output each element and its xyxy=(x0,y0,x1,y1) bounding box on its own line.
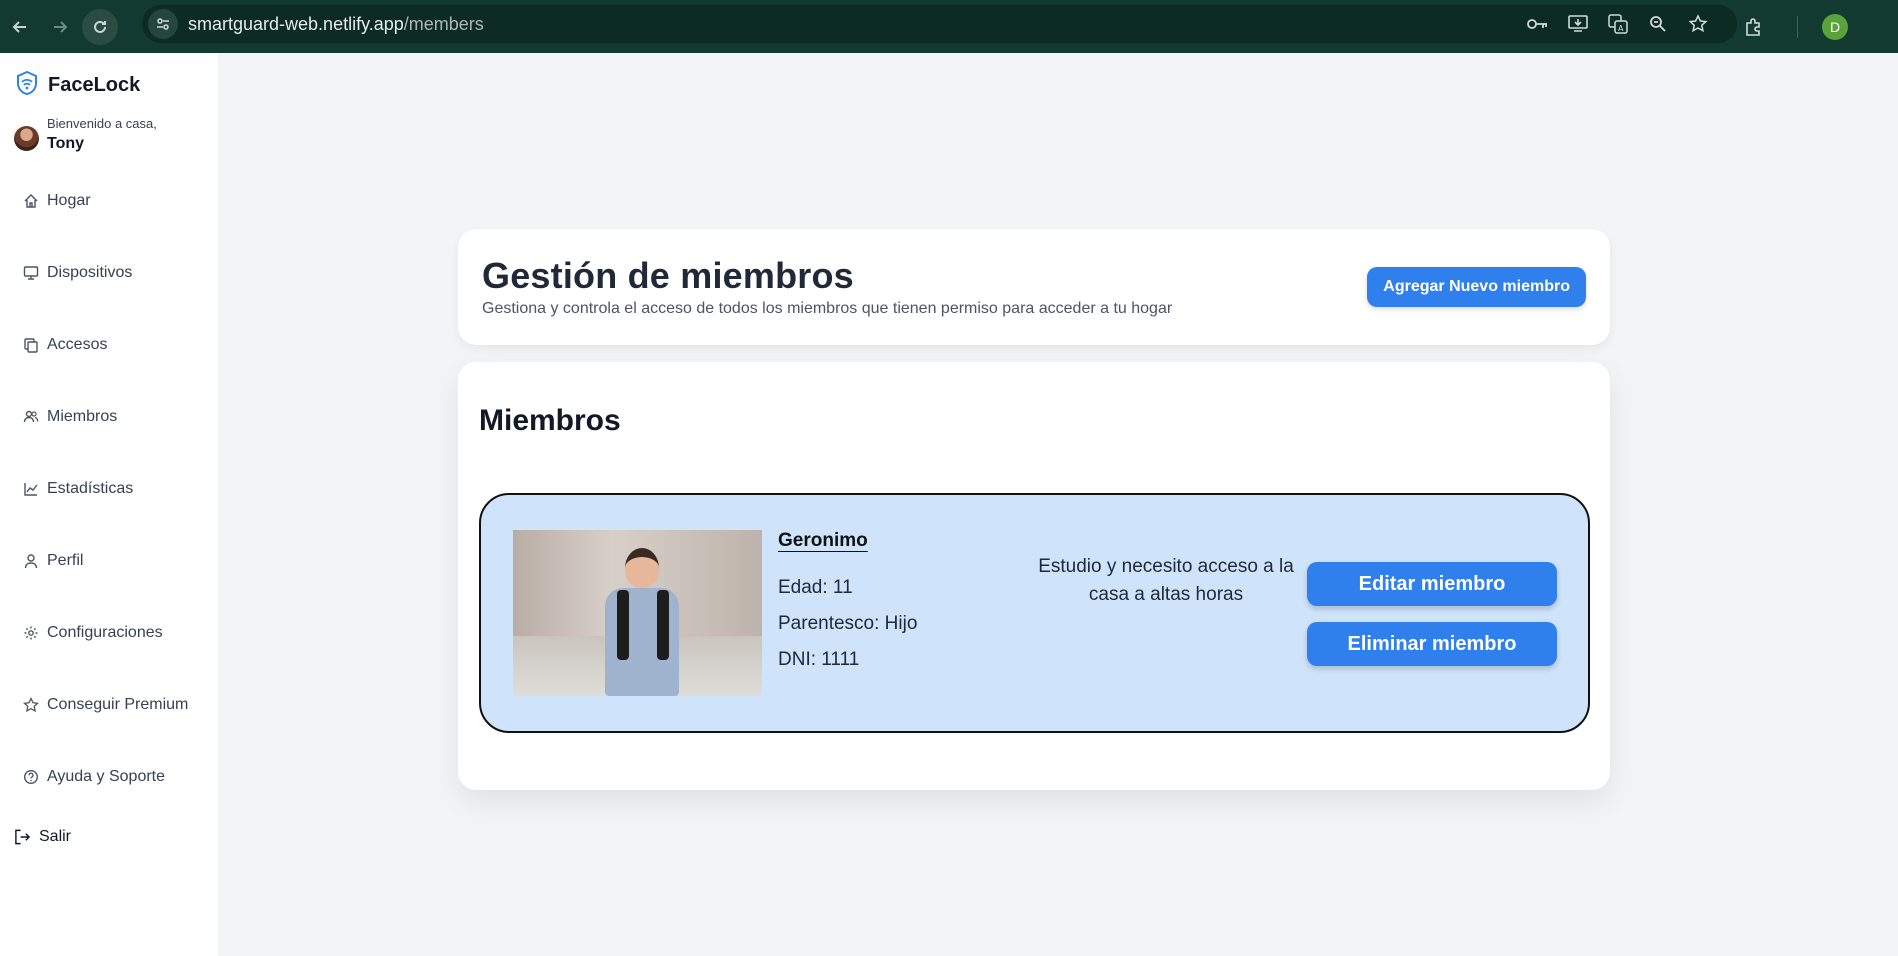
sidebar-item-label: Configuraciones xyxy=(47,624,163,641)
forward-icon[interactable] xyxy=(40,7,80,47)
key-icon[interactable] xyxy=(1527,13,1549,35)
sidebar-item-label: Miembros xyxy=(47,408,118,425)
home-icon xyxy=(22,193,39,210)
sidebar-item-premium[interactable]: Conseguir Premium xyxy=(22,696,188,714)
toolbar-separator xyxy=(1797,15,1798,38)
member-name: Geronimo xyxy=(778,530,868,551)
sidebar-item-miembros[interactable]: Miembros xyxy=(22,408,117,426)
member-description: Estudio y necesito acceso a la casa a al… xyxy=(1038,556,1294,605)
logout-icon xyxy=(14,829,31,846)
member-photo xyxy=(513,530,762,696)
help-icon xyxy=(22,769,39,786)
page-title: Gestión de miembros xyxy=(482,255,854,296)
reload-icon[interactable] xyxy=(82,8,118,45)
url-host: smartguard-web.netlify.app xyxy=(188,13,404,34)
sidebar-item-label: Conseguir Premium xyxy=(47,696,189,713)
member-card: Geronimo Edad: 11 Parentesco: Hijo DNI: … xyxy=(479,493,1590,733)
sidebar-item-hogar[interactable]: Hogar xyxy=(22,192,91,210)
install-app-icon[interactable] xyxy=(1567,13,1589,35)
sidebar-item-label: Ayuda y Soporte xyxy=(47,768,166,785)
logout-button[interactable]: Salir xyxy=(14,828,71,846)
sidebar-item-perfil[interactable]: Perfil xyxy=(22,552,83,570)
logout-label: Salir xyxy=(39,828,72,845)
profile-avatar[interactable]: D xyxy=(1822,13,1848,40)
welcome-text: Bienvenido a casa, xyxy=(47,116,157,131)
zoom-icon[interactable] xyxy=(1647,13,1669,35)
member-relation: Parentesco: Hijo xyxy=(778,613,918,634)
member-age: Edad: 11 xyxy=(778,577,853,598)
sidebar-item-label: Hogar xyxy=(47,192,91,209)
sidebar-item-label: Perfil xyxy=(47,552,84,569)
sidebar-item-label: Estadísticas xyxy=(47,480,134,497)
edit-member-button[interactable]: Editar miembro xyxy=(1307,562,1557,606)
site-info-icon[interactable] xyxy=(148,9,178,39)
brand-name: FaceLock xyxy=(48,74,141,96)
sidebar-item-estadisticas[interactable]: Estadísticas xyxy=(22,480,133,498)
url-text: smartguard-web.netlify.app/members xyxy=(188,14,484,35)
copy-icon xyxy=(22,337,39,354)
header-card: Gestión de miembros Gestiona y controla … xyxy=(458,229,1610,345)
avatar xyxy=(14,126,39,151)
gear-icon xyxy=(22,625,39,642)
delete-member-button[interactable]: Eliminar miembro xyxy=(1307,622,1557,666)
user-name: Tony xyxy=(47,135,85,152)
section-title: Miembros xyxy=(479,404,621,437)
sidebar-item-label: Accesos xyxy=(47,336,108,353)
address-bar[interactable]: smartguard-web.netlify.app/members A xyxy=(142,5,1737,43)
star-icon xyxy=(22,697,39,714)
chart-icon xyxy=(22,481,39,498)
translate-icon[interactable]: A xyxy=(1607,13,1629,35)
sidebar: FaceLock Bienvenido a casa, Tony Hogar D… xyxy=(0,53,218,956)
page-subtitle: Gestiona y controla el acceso de todos l… xyxy=(482,300,1173,317)
sidebar-item-dispositivos[interactable]: Dispositivos xyxy=(22,264,132,282)
back-icon[interactable] xyxy=(0,7,40,47)
add-member-button[interactable]: Agregar Nuevo miembro xyxy=(1367,267,1586,307)
url-path: /members xyxy=(403,13,484,34)
user-greeting: Bienvenido a casa, Tony xyxy=(14,115,157,155)
members-card: Miembros Geronimo Edad: 11 Parentesco: H… xyxy=(458,362,1610,790)
shield-wifi-icon xyxy=(14,70,40,101)
svg-text:A: A xyxy=(1618,24,1624,33)
sidebar-item-ayuda[interactable]: Ayuda y Soporte xyxy=(22,768,165,786)
users-icon xyxy=(22,409,39,426)
monitor-icon xyxy=(22,265,39,282)
sidebar-item-configuraciones[interactable]: Configuraciones xyxy=(22,624,163,642)
brand[interactable]: FaceLock xyxy=(14,70,140,101)
member-dni: DNI: 1111 xyxy=(778,649,860,670)
sidebar-item-label: Dispositivos xyxy=(47,264,133,281)
extensions-icon[interactable] xyxy=(1741,14,1767,40)
sidebar-item-accesos[interactable]: Accesos xyxy=(22,336,107,354)
browser-toolbar: smartguard-web.netlify.app/members A D xyxy=(0,0,1898,53)
bookmark-star-icon[interactable] xyxy=(1687,13,1709,35)
user-icon xyxy=(22,553,39,570)
